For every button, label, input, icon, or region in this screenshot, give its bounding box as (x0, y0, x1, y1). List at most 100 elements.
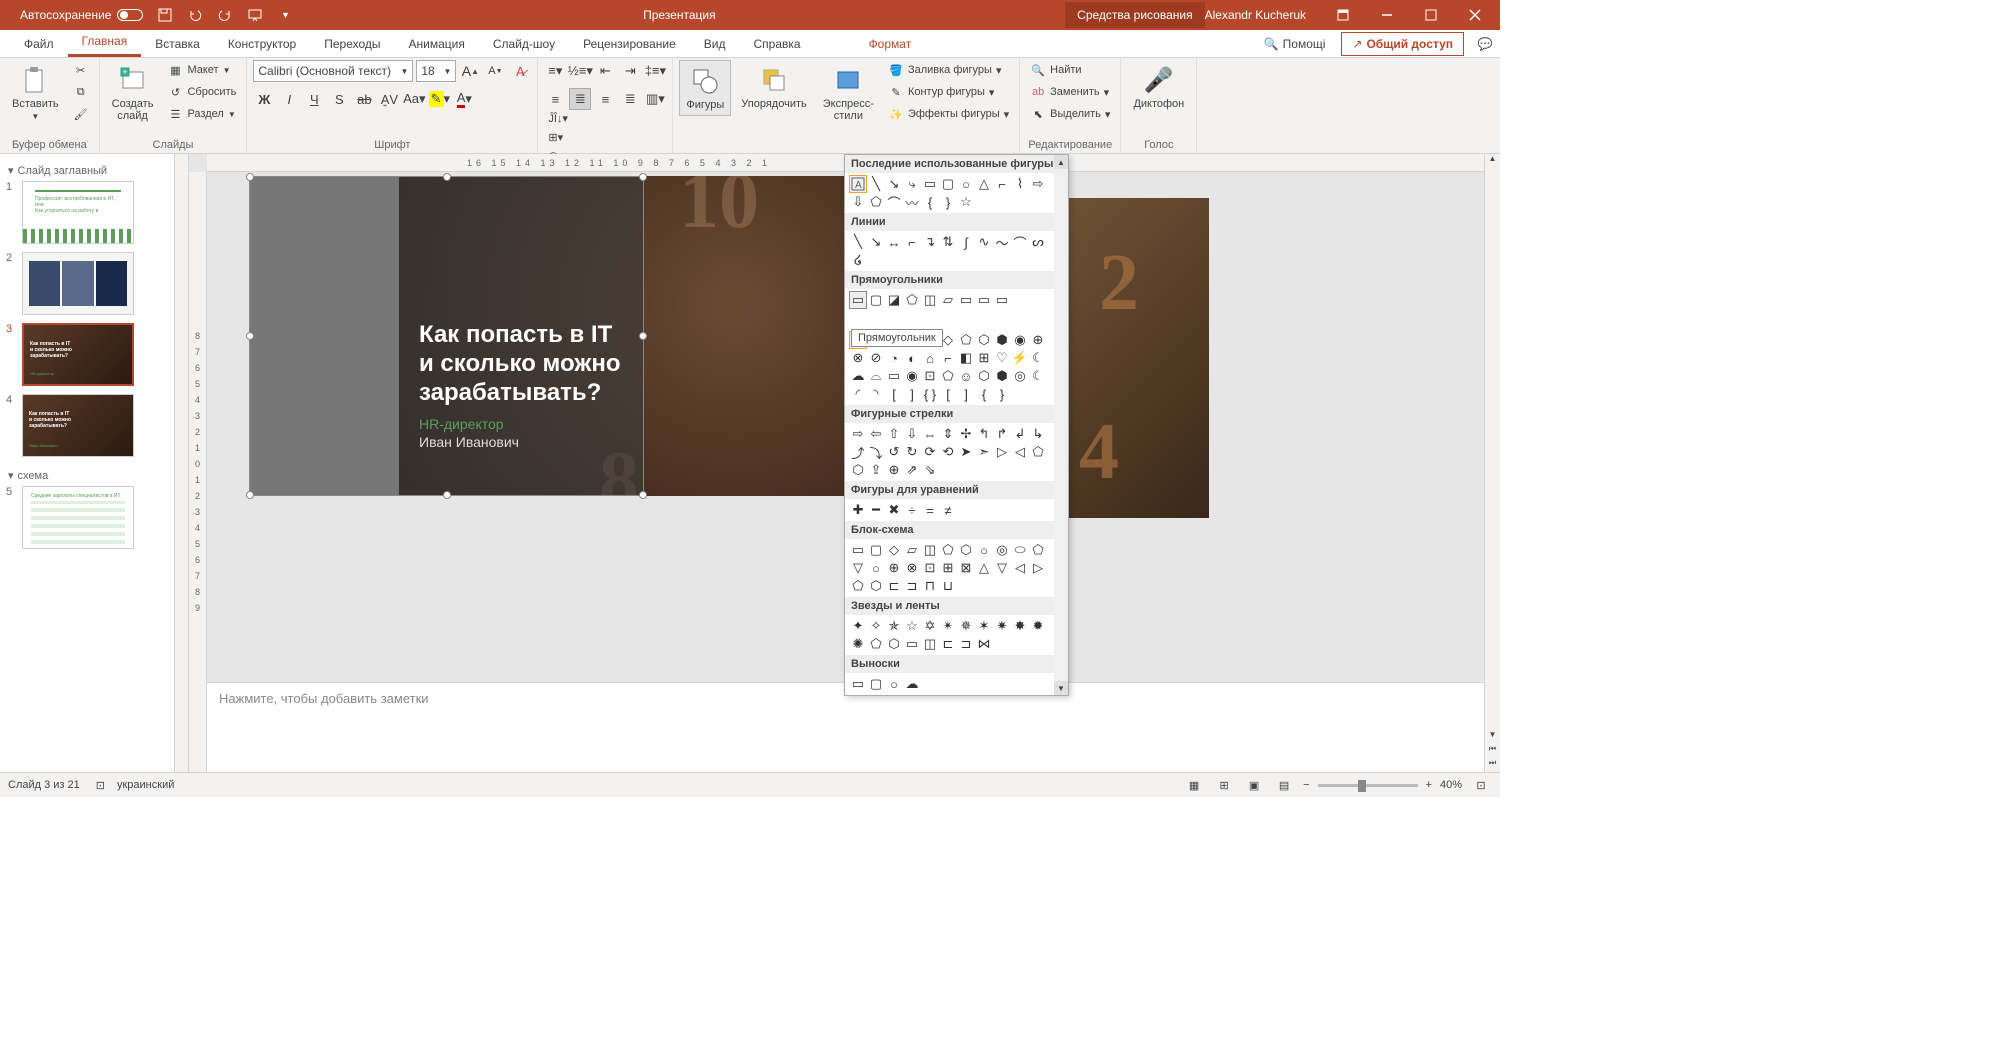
shape-fc12[interactable]: ▽ (849, 559, 867, 577)
shape-b15[interactable]: ◐ (903, 349, 921, 367)
shape-st12[interactable]: ✺ (849, 635, 867, 653)
shape-rect2[interactable]: ▢ (867, 291, 885, 309)
slideshow-view-icon[interactable]: ▤ (1273, 776, 1295, 794)
shape-b31[interactable]: ⬢ (993, 367, 1011, 385)
shape-b38[interactable]: { } (921, 385, 939, 403)
shape-zigzag[interactable]: ⌇ (1011, 175, 1029, 193)
save-icon[interactable] (157, 7, 173, 23)
shape-co1[interactable]: ▭ (849, 675, 867, 693)
shape-connector[interactable]: ⤷ (903, 175, 921, 193)
shape-ar16[interactable]: ⟳ (921, 443, 939, 461)
shadow-button[interactable]: S (328, 88, 350, 110)
font-name-combo[interactable]: Calibri (Основной текст)▼ (253, 60, 413, 82)
shape-fc27[interactable]: ⊓ (921, 577, 939, 595)
tell-me-button[interactable]: 🔍Помощі (1254, 31, 1336, 57)
shape-rect5[interactable]: ◫ (921, 291, 939, 309)
shape-ar2[interactable]: ⇦ (867, 425, 885, 443)
shape-fill-button[interactable]: 🪣Заливка фигуры ▾ (884, 60, 1013, 80)
tab-help[interactable]: Справка (739, 31, 814, 57)
shape-b17[interactable]: ⌐ (939, 349, 957, 367)
shape-freeform[interactable]: ⌒ (1011, 233, 1029, 251)
shape-b25[interactable]: ▭ (885, 367, 903, 385)
shape-ar13[interactable]: ⤵ (867, 443, 885, 461)
shape-curve1[interactable]: ∫ (957, 233, 975, 251)
shape-b24[interactable]: ⌓ (867, 367, 885, 385)
canvas-area[interactable]: 16 15 14 13 12 11 10 9 8 7 6 5 4 3 2 1 9… (189, 154, 1484, 772)
shape-line2[interactable]: ╲ (849, 233, 867, 251)
minimize-icon[interactable] (1370, 0, 1404, 30)
new-slide-button[interactable]: + Создать слайд (106, 60, 160, 126)
columns-button[interactable]: ▥▾ (644, 88, 666, 110)
shape-rect[interactable]: ▭ (921, 175, 939, 193)
section-header-1[interactable]: ▾ Слайд заглавный (6, 160, 168, 181)
redo-icon[interactable] (217, 7, 233, 23)
shape-ar24[interactable]: ⇪ (867, 461, 885, 479)
shape-b7[interactable]: ⬠ (957, 331, 975, 349)
shape-fc23[interactable]: ⬠ (849, 577, 867, 595)
shape-b18[interactable]: ◧ (957, 349, 975, 367)
shape-ar12[interactable]: ⤴ (849, 443, 867, 461)
shape-ar27[interactable]: ⇘ (921, 461, 939, 479)
shape-fc6[interactable]: ⬠ (939, 541, 957, 559)
shape-ar10[interactable]: ↲ (1011, 425, 1029, 443)
tab-insert[interactable]: Вставка (141, 31, 214, 57)
copy-button[interactable]: ⧉ (69, 82, 93, 102)
shape-st2[interactable]: ✧ (867, 617, 885, 635)
shape-b27[interactable]: ⊡ (921, 367, 939, 385)
shape-elbow-arrow[interactable]: ↴ (921, 233, 939, 251)
shape-rect4[interactable]: ⬠ (903, 291, 921, 309)
slide-thumb-2[interactable] (22, 252, 134, 315)
normal-view-icon[interactable]: ▦ (1183, 776, 1205, 794)
shape-ar4[interactable]: ⇩ (903, 425, 921, 443)
shape-curve2[interactable]: ∿ (975, 233, 993, 251)
shape-b12[interactable]: ⊗ (849, 349, 867, 367)
italic-button[interactable]: I (278, 88, 300, 110)
shape-eq3[interactable]: ✖ (885, 501, 903, 519)
shape-ar19[interactable]: ➣ (975, 443, 993, 461)
shape-fc3[interactable]: ◇ (885, 541, 903, 559)
shape-b37[interactable]: ] (903, 385, 921, 403)
numbering-button[interactable]: ½≡▾ (569, 60, 591, 82)
shape-fc11[interactable]: ⬠ (1029, 541, 1047, 559)
shape-ar26[interactable]: ⇗ (903, 461, 921, 479)
shape-ar11[interactable]: ↳ (1029, 425, 1047, 443)
shape-st5[interactable]: ✡ (921, 617, 939, 635)
section-button[interactable]: ☰Раздел ▼ (163, 104, 240, 124)
shape-fc24[interactable]: ⬡ (867, 577, 885, 595)
shape-fc14[interactable]: ⊕ (885, 559, 903, 577)
shape-textbox[interactable]: A (849, 175, 867, 193)
shape-b41[interactable]: { (975, 385, 993, 403)
increase-indent-button[interactable]: ⇥ (619, 60, 641, 82)
shape-b34[interactable]: ◜ (849, 385, 867, 403)
shape-ar9[interactable]: ↱ (993, 425, 1011, 443)
tab-transitions[interactable]: Переходы (310, 31, 394, 57)
shape-st4[interactable]: ☆ (903, 617, 921, 635)
shape-b23[interactable]: ☁ (849, 367, 867, 385)
shape-fc15[interactable]: ⊗ (903, 559, 921, 577)
comments-button[interactable]: 💬 (1470, 32, 1500, 56)
bullets-button[interactable]: ≡▾ (544, 60, 566, 82)
fit-window-icon[interactable]: ⊡ (1470, 776, 1492, 794)
align-right-button[interactable]: ≡ (594, 88, 616, 110)
slideshow-start-icon[interactable] (247, 7, 263, 23)
shapes-button[interactable]: Фигуры (679, 60, 731, 116)
shape-b30[interactable]: ⬡ (975, 367, 993, 385)
shape-oval[interactable]: ○ (957, 175, 975, 193)
qat-dropdown-icon[interactable]: ▼ (277, 7, 293, 23)
shape-fc22[interactable]: ▷ (1029, 559, 1047, 577)
shape-st16[interactable]: ◫ (921, 635, 939, 653)
tab-home[interactable]: Главная (68, 28, 142, 57)
reading-view-icon[interactable]: ▣ (1243, 776, 1265, 794)
shape-st1[interactable]: ✦ (849, 617, 867, 635)
shape-brace-r[interactable]: } (939, 193, 957, 211)
font-size-combo[interactable]: 18▼ (416, 60, 456, 82)
shape-arc[interactable]: ⌒ (885, 193, 903, 211)
shape-ar20[interactable]: ▷ (993, 443, 1011, 461)
shape-pentagon[interactable]: ⬠ (867, 193, 885, 211)
decrease-font-button[interactable]: A▼ (484, 60, 506, 82)
change-case-button[interactable]: Aa▾ (403, 88, 425, 110)
shape-fc5[interactable]: ◫ (921, 541, 939, 559)
close-icon[interactable] (1458, 0, 1492, 30)
shape-fc2[interactable]: ▢ (867, 541, 885, 559)
shape-curve[interactable]: 〰 (903, 193, 921, 211)
